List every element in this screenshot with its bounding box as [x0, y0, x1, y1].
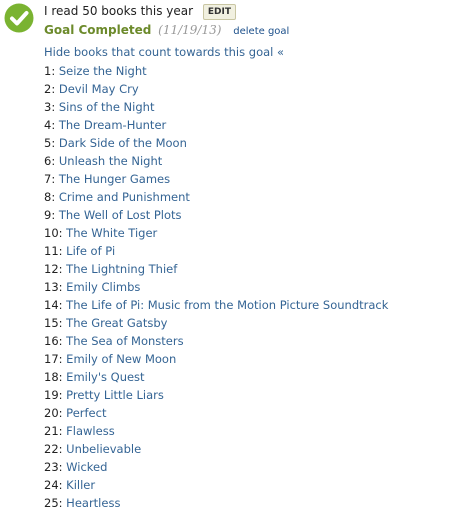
book-link[interactable]: Sins of the Night: [59, 100, 155, 114]
list-item: 23: Wicked: [44, 458, 388, 476]
list-item: 11: Life of Pi: [44, 242, 388, 260]
book-link[interactable]: Life of Pi: [66, 244, 115, 258]
book-number: 4:: [44, 118, 56, 132]
book-number: 12:: [44, 262, 63, 276]
list-item: 25: Heartless: [44, 494, 388, 512]
reading-goal: I read 50 books this year EDIT Goal Comp…: [0, 0, 474, 513]
list-item: 20: Perfect: [44, 404, 388, 422]
book-number: 1:: [44, 64, 56, 78]
book-link[interactable]: The Well of Lost Plots: [59, 208, 182, 222]
book-link[interactable]: The White Tiger: [66, 226, 157, 240]
edit-button[interactable]: EDIT: [202, 4, 237, 20]
list-item: 24: Killer: [44, 476, 388, 494]
list-item: 9: The Well of Lost Plots: [44, 206, 388, 224]
completion-date: (11/19/13): [158, 23, 222, 37]
list-item: 13: Emily Climbs: [44, 278, 388, 296]
list-item: 12: The Lightning Thief: [44, 260, 388, 278]
book-number: 6:: [44, 154, 56, 168]
book-number: 5:: [44, 136, 56, 150]
book-link[interactable]: Flawless: [66, 424, 115, 438]
book-number: 15:: [44, 316, 63, 330]
list-item: 19: Pretty Little Liars: [44, 386, 388, 404]
book-link[interactable]: The Lightning Thief: [66, 262, 177, 276]
book-link[interactable]: Pretty Little Liars: [66, 388, 164, 402]
goal-title: I read 50 books this year: [44, 4, 194, 18]
check-circle-icon: [4, 3, 34, 33]
book-link[interactable]: Unbelievable: [66, 442, 141, 456]
book-link[interactable]: Heartless: [66, 496, 120, 510]
book-number: 19:: [44, 388, 63, 402]
book-number: 16:: [44, 334, 63, 348]
list-item: 3: Sins of the Night: [44, 98, 388, 116]
book-list: 1: Seize the Night 2: Devil May Cry 3: S…: [44, 62, 388, 512]
list-item: 15: The Great Gatsby: [44, 314, 388, 332]
book-number: 20:: [44, 406, 63, 420]
book-link[interactable]: Unleash the Night: [59, 154, 162, 168]
book-link[interactable]: Emily of New Moon: [66, 352, 176, 366]
book-number: 21:: [44, 424, 63, 438]
book-number: 25:: [44, 496, 63, 510]
book-number: 11:: [44, 244, 63, 258]
book-link[interactable]: Killer: [66, 478, 95, 492]
book-number: 10:: [44, 226, 63, 240]
book-link[interactable]: Dark Side of the Moon: [59, 136, 187, 150]
book-number: 22:: [44, 442, 63, 456]
book-link[interactable]: Crime and Punishment: [59, 190, 190, 204]
book-link[interactable]: The Sea of Monsters: [66, 334, 183, 348]
book-link[interactable]: Wicked: [66, 460, 107, 474]
list-item: 2: Devil May Cry: [44, 80, 388, 98]
list-item: 7: The Hunger Games: [44, 170, 388, 188]
book-number: 8:: [44, 190, 56, 204]
book-number: 14:: [44, 298, 63, 312]
goal-status: Goal Completed (11/19/13) delete goal: [44, 22, 289, 39]
list-item: 22: Unbelievable: [44, 440, 388, 458]
book-link[interactable]: The Life of Pi: Music from the Motion Pi…: [66, 298, 388, 312]
list-item: 18: Emily's Quest: [44, 368, 388, 386]
book-number: 7:: [44, 172, 56, 186]
hide-books-link[interactable]: Hide books that count towards this goal …: [44, 44, 284, 61]
book-link[interactable]: The Hunger Games: [59, 172, 170, 186]
status-label: Goal Completed: [44, 23, 152, 37]
book-link[interactable]: Emily Climbs: [66, 280, 140, 294]
list-item: 10: The White Tiger: [44, 224, 388, 242]
delete-goal-link[interactable]: delete goal: [233, 26, 289, 37]
goal-header: I read 50 books this year EDIT: [44, 3, 237, 20]
list-item: 8: Crime and Punishment: [44, 188, 388, 206]
list-item: 21: Flawless: [44, 422, 388, 440]
list-item: 5: Dark Side of the Moon: [44, 134, 388, 152]
book-number: 17:: [44, 352, 63, 366]
book-number: 13:: [44, 280, 63, 294]
book-link[interactable]: The Great Gatsby: [66, 316, 167, 330]
book-link[interactable]: Perfect: [66, 406, 106, 420]
book-number: 24:: [44, 478, 63, 492]
list-item: 6: Unleash the Night: [44, 152, 388, 170]
book-number: 9:: [44, 208, 56, 222]
list-item: 16: The Sea of Monsters: [44, 332, 388, 350]
book-number: 18:: [44, 370, 63, 384]
list-item: 4: The Dream-Hunter: [44, 116, 388, 134]
list-item: 14: The Life of Pi: Music from the Motio…: [44, 296, 388, 314]
book-number: 23:: [44, 460, 63, 474]
list-item: 17: Emily of New Moon: [44, 350, 388, 368]
book-link[interactable]: The Dream-Hunter: [59, 118, 166, 132]
book-link[interactable]: Emily's Quest: [66, 370, 144, 384]
book-number: 2:: [44, 82, 56, 96]
list-item: 1: Seize the Night: [44, 62, 388, 80]
book-link[interactable]: Seize the Night: [59, 64, 147, 78]
book-link[interactable]: Devil May Cry: [59, 82, 139, 96]
book-number: 3:: [44, 100, 56, 114]
